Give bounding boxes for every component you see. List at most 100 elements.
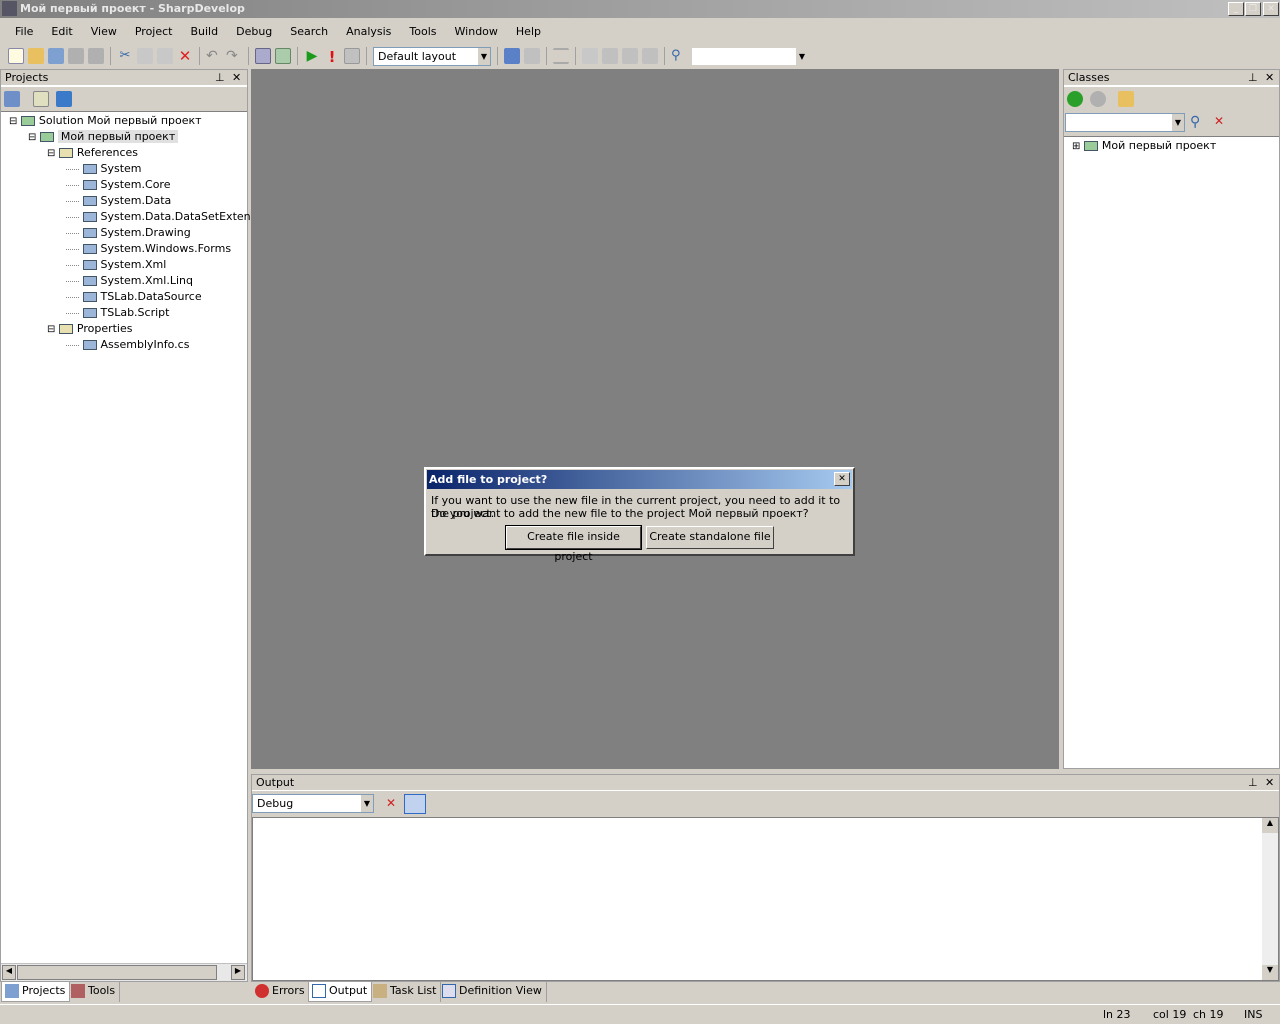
run-without-debug-icon[interactable]: ! — [324, 48, 340, 66]
find-icon[interactable]: ⚲ — [1190, 114, 1200, 130]
menu-window[interactable]: Window — [446, 25, 507, 38]
tab-definition-view[interactable]: Definition View — [439, 982, 547, 1002]
tree-item[interactable]: ⊟ Properties — [47, 321, 132, 337]
bookmark-next-icon[interactable] — [622, 48, 638, 64]
cut-icon[interactable]: ✂ — [117, 48, 133, 64]
menu-tools[interactable]: Tools — [400, 25, 445, 38]
save-all-icon[interactable] — [48, 48, 64, 64]
folder-options-icon[interactable] — [1118, 91, 1134, 107]
properties-icon[interactable] — [4, 91, 20, 107]
bookmark-prev-icon[interactable] — [602, 48, 618, 64]
close-icon[interactable]: ✕ — [1265, 70, 1274, 86]
pin-icon[interactable]: ⊥ — [1248, 775, 1258, 791]
horizontal-scrollbar[interactable]: ◀ ▶ — [1, 963, 247, 981]
menu-build[interactable]: Build — [181, 25, 227, 38]
tree-item[interactable]: System.Drawing — [66, 225, 191, 241]
save-icon[interactable] — [68, 48, 84, 64]
word-wrap-toggle[interactable] — [404, 794, 426, 814]
open-icon[interactable] — [28, 48, 44, 64]
tree-item[interactable]: System.Data.DataSetExtensio — [66, 209, 266, 225]
close-icon[interactable]: ✕ — [232, 70, 241, 86]
output-text[interactable]: ▲ ▼ — [252, 817, 1279, 981]
tree-item[interactable]: System — [66, 161, 142, 177]
tree-item[interactable]: ⊟ References — [47, 145, 138, 161]
scroll-thumb[interactable] — [17, 965, 217, 980]
tree-item[interactable]: TSLab.Script — [66, 305, 169, 321]
vertical-scrollbar[interactable]: ▲ ▼ — [1262, 818, 1278, 980]
scroll-left-icon[interactable]: ◀ — [2, 965, 16, 980]
reference-icon — [82, 276, 97, 286]
scroll-up-icon[interactable]: ▲ — [1262, 818, 1278, 833]
search-input[interactable]: ▼ — [691, 46, 809, 66]
delete-icon[interactable]: ✕ — [177, 48, 193, 64]
close-icon[interactable]: ✕ — [1265, 775, 1274, 791]
tree-item[interactable]: System.Windows.Forms — [66, 241, 231, 257]
forward-icon[interactable] — [1090, 91, 1106, 107]
tree-item[interactable]: AssemblyInfo.cs — [66, 337, 189, 353]
tree-item-label: System.Windows.Forms — [100, 242, 232, 255]
tab-errors[interactable]: Errors — [252, 982, 310, 1002]
tree-item[interactable]: System.Core — [66, 177, 170, 193]
copy-icon[interactable] — [137, 48, 153, 64]
rebuild-icon[interactable] — [275, 48, 291, 64]
chevron-down-icon: ▼ — [1172, 114, 1184, 131]
navigate-back-icon[interactable] — [504, 48, 520, 64]
collapse-icon[interactable]: ⊟ — [28, 132, 36, 143]
output-source-select[interactable]: Debug ▼ — [252, 794, 374, 813]
menu-file[interactable]: File — [6, 25, 42, 38]
refresh-icon[interactable] — [56, 91, 72, 107]
show-all-files-icon[interactable] — [33, 91, 49, 107]
run-icon[interactable]: ▶ — [304, 48, 320, 64]
tab-projects[interactable]: Projects — [1, 982, 71, 1002]
redo-icon[interactable]: ↷ — [226, 48, 242, 64]
collapse-icon[interactable]: ⊟ — [9, 116, 17, 127]
menu-help[interactable]: Help — [507, 25, 550, 38]
tree-item[interactable]: System.Data — [66, 193, 171, 209]
undo-icon[interactable]: ↶ — [206, 48, 222, 64]
scroll-down-icon[interactable]: ▼ — [1262, 965, 1278, 980]
menu-view[interactable]: View — [82, 25, 126, 38]
minimize-button[interactable]: _ — [1228, 2, 1244, 16]
scroll-right-icon[interactable]: ▶ — [231, 965, 245, 980]
tree-item[interactable]: TSLab.DataSource — [66, 289, 202, 305]
bookmark-clear-icon[interactable] — [642, 48, 658, 64]
menu-analysis[interactable]: Analysis — [337, 25, 400, 38]
menu-edit[interactable]: Edit — [42, 25, 81, 38]
tab-task-list[interactable]: Task List — [370, 982, 442, 1002]
navigate-forward-icon[interactable] — [524, 48, 540, 64]
format-icon[interactable] — [553, 48, 569, 64]
tree-line — [66, 264, 79, 266]
new-file-icon[interactable] — [8, 48, 24, 64]
menu-project[interactable]: Project — [126, 25, 182, 38]
paste-icon[interactable] — [157, 48, 173, 64]
find-icon[interactable]: ⚲ — [671, 48, 687, 64]
tree-item[interactable]: System.Xml — [66, 257, 166, 273]
tree-item[interactable]: ⊞ Мой первый проект — [1072, 138, 1216, 154]
tab-output[interactable]: Output — [308, 982, 373, 1002]
tree-item[interactable]: System.Xml.Linq — [66, 273, 193, 289]
menu-debug[interactable]: Debug — [227, 25, 281, 38]
dialog-close-button[interactable]: ✕ — [834, 472, 850, 486]
restore-button[interactable]: ❐ — [1245, 2, 1261, 16]
pin-icon[interactable]: ⊥ — [215, 70, 225, 86]
clear-output-icon[interactable]: ✕ — [386, 796, 396, 810]
clear-icon[interactable]: ✕ — [1214, 114, 1224, 128]
collapse-icon[interactable]: ⊟ — [47, 324, 55, 335]
class-search-input[interactable]: ▼ — [1065, 113, 1185, 132]
create-standalone-button[interactable]: Create standalone file — [646, 526, 774, 549]
collapse-icon[interactable]: ⊟ — [47, 148, 55, 159]
layout-select[interactable]: Default layout ▼ — [373, 46, 491, 66]
comment-icon[interactable] — [582, 48, 598, 64]
pin-icon[interactable]: ⊥ — [1248, 70, 1258, 86]
tree-item[interactable]: ⊟ Мой первый проект — [28, 129, 179, 145]
print-icon[interactable] — [88, 48, 104, 64]
expand-icon[interactable]: ⊞ — [1072, 141, 1080, 152]
create-inside-project-button[interactable]: Create file inside project — [505, 525, 642, 563]
close-button[interactable]: ✕ — [1263, 2, 1279, 16]
menu-search[interactable]: Search — [281, 25, 337, 38]
tree-item[interactable]: ⊟ Solution Мой первый проект — [9, 113, 202, 129]
tab-tools[interactable]: Tools — [68, 982, 121, 1002]
build-icon[interactable] — [255, 48, 271, 64]
back-icon[interactable] — [1067, 91, 1083, 107]
stop-icon[interactable] — [344, 48, 360, 64]
